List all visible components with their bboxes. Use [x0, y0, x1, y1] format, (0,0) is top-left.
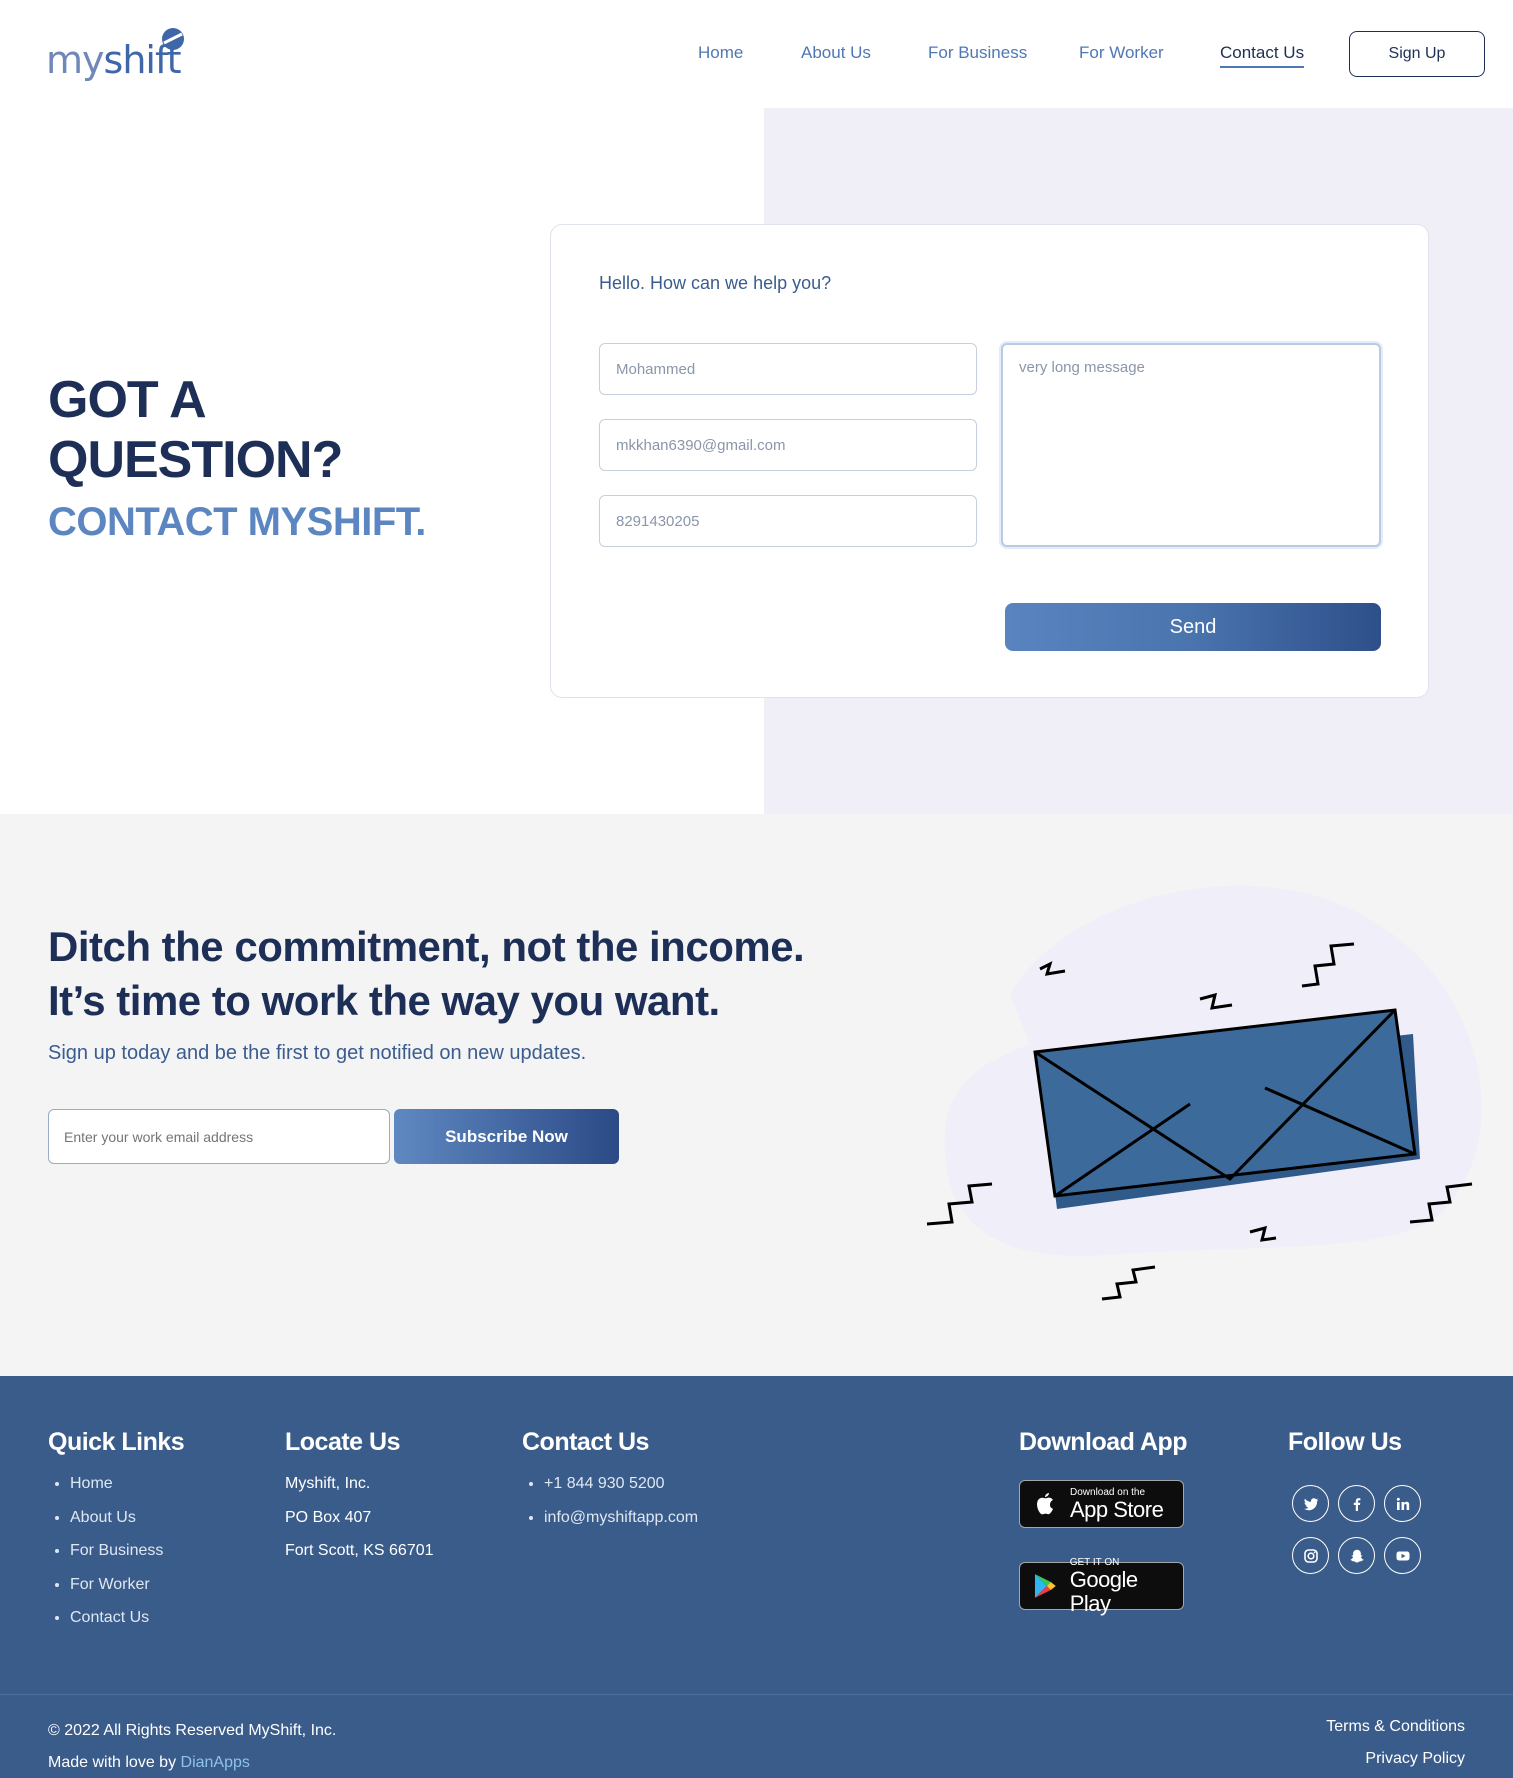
facebook-icon[interactable] — [1338, 1485, 1375, 1522]
footer-link-for-business[interactable]: For Business — [70, 1534, 184, 1568]
google-play-big-text: Google Play — [1069, 1566, 1138, 1616]
sign-up-button[interactable]: Sign Up — [1349, 31, 1485, 77]
app-store-small-text: Download on the — [1070, 1486, 1146, 1498]
contact-hero: GOT A QUESTION? CONTACT MYSHIFT. Hello. … — [0, 108, 1513, 814]
hero-title-line1: GOT A — [48, 371, 207, 429]
nav-for-business[interactable]: For Business — [928, 43, 1027, 63]
google-play-icon — [1034, 1574, 1056, 1598]
copyright: © 2022 All Rights Reserved MyShift, Inc. — [48, 1722, 337, 1739]
download-title: Download App — [1019, 1428, 1188, 1456]
dianapps-link[interactable]: DianApps — [181, 1754, 250, 1771]
app-store-big-text: App Store — [1070, 1496, 1164, 1522]
footer-contact: Contact Us +1 844 930 5200 info@myshifta… — [522, 1428, 698, 1534]
footer-locate: Locate Us Myshift, Inc. PO Box 407 Fort … — [285, 1428, 434, 1568]
nav-contact-us[interactable]: Contact Us — [1220, 43, 1305, 68]
locate-title: Locate Us — [285, 1428, 400, 1456]
footer-link-for-worker[interactable]: For Worker — [70, 1568, 184, 1602]
header: myshift Home About Us For Business For W… — [0, 0, 1513, 108]
subscribe-heading-line2: It’s time to work the way you want. — [48, 977, 720, 1024]
follow-title: Follow Us — [1288, 1428, 1402, 1456]
subscribe-heading: Ditch the commitment, not the income. It… — [48, 920, 848, 1028]
footer-divider — [0, 1694, 1513, 1695]
footer-download: Download App — [1019, 1428, 1188, 1467]
envelope-icon — [926, 885, 1482, 1301]
nav-home[interactable]: Home — [698, 43, 743, 63]
footer-link-home[interactable]: Home — [70, 1467, 184, 1501]
subscribe-heading-line1: Ditch the commitment, not the income. — [48, 923, 805, 970]
footer-link-contact-us[interactable]: Contact Us — [70, 1601, 184, 1635]
send-button[interactable]: Send — [1005, 603, 1381, 651]
phone-field[interactable] — [599, 495, 977, 547]
app-store-badge[interactable]: Download on the App Store — [1019, 1480, 1184, 1528]
subscribe-email-input[interactable] — [48, 1109, 390, 1164]
subscribe-button[interactable]: Subscribe Now — [394, 1109, 619, 1164]
linkedin-icon[interactable] — [1384, 1485, 1421, 1522]
terms-link[interactable]: Terms & Conditions — [1326, 1718, 1465, 1736]
hero-heading: GOT A QUESTION? CONTACT MYSHIFT. — [48, 370, 468, 548]
subscribe-text: Sign up today and be the first to get no… — [48, 1042, 587, 1064]
footer-link-about-us[interactable]: About Us — [70, 1501, 184, 1535]
footer: Quick Links Home About Us For Business F… — [0, 1376, 1513, 1778]
nav-for-worker[interactable]: For Worker — [1079, 43, 1164, 63]
privacy-link[interactable]: Privacy Policy — [1365, 1750, 1465, 1768]
email-field[interactable] — [599, 419, 977, 471]
address-line: Fort Scott, KS 66701 — [285, 1542, 434, 1559]
nav-about-us[interactable]: About Us — [801, 43, 871, 63]
google-play-small-text: GET IT ON — [1069, 1556, 1120, 1568]
main-nav: Home About Us For Business For Worker Co… — [0, 43, 1513, 68]
footer-phone-link[interactable]: +1 844 930 5200 — [544, 1467, 698, 1501]
footer-quick-links: Quick Links Home About Us For Business F… — [48, 1428, 185, 1635]
address-line: PO Box 407 — [285, 1508, 372, 1526]
form-title: Hello. How can we help you? — [599, 273, 832, 293]
message-field[interactable]: very long message — [1001, 343, 1381, 547]
made-prefix: Made with love by — [48, 1754, 181, 1771]
snapchat-icon[interactable] — [1338, 1537, 1375, 1574]
footer-email-link[interactable]: info@myshiftapp.com — [544, 1501, 698, 1535]
subscribe-section: Ditch the commitment, not the income. It… — [0, 814, 1513, 1376]
name-field[interactable] — [599, 343, 977, 395]
instagram-icon[interactable] — [1292, 1537, 1329, 1574]
contact-title: Contact Us — [522, 1428, 649, 1456]
google-play-badge[interactable]: GET IT ON Google Play — [1019, 1557, 1184, 1615]
address-line: Myshift, Inc. — [285, 1475, 371, 1492]
youtube-icon[interactable] — [1384, 1537, 1421, 1574]
apple-icon — [1037, 1493, 1053, 1515]
made-with-love: Made with love by DianApps — [48, 1754, 250, 1772]
quick-links-title: Quick Links — [48, 1428, 185, 1456]
contact-form: Hello. How can we help you? very long me… — [550, 224, 1429, 698]
hero-subtitle: CONTACT MYSHIFT. — [48, 500, 426, 544]
footer-follow: Follow Us — [1288, 1428, 1402, 1467]
hero-title-line2: QUESTION? — [48, 431, 343, 489]
twitter-icon[interactable] — [1292, 1485, 1329, 1522]
